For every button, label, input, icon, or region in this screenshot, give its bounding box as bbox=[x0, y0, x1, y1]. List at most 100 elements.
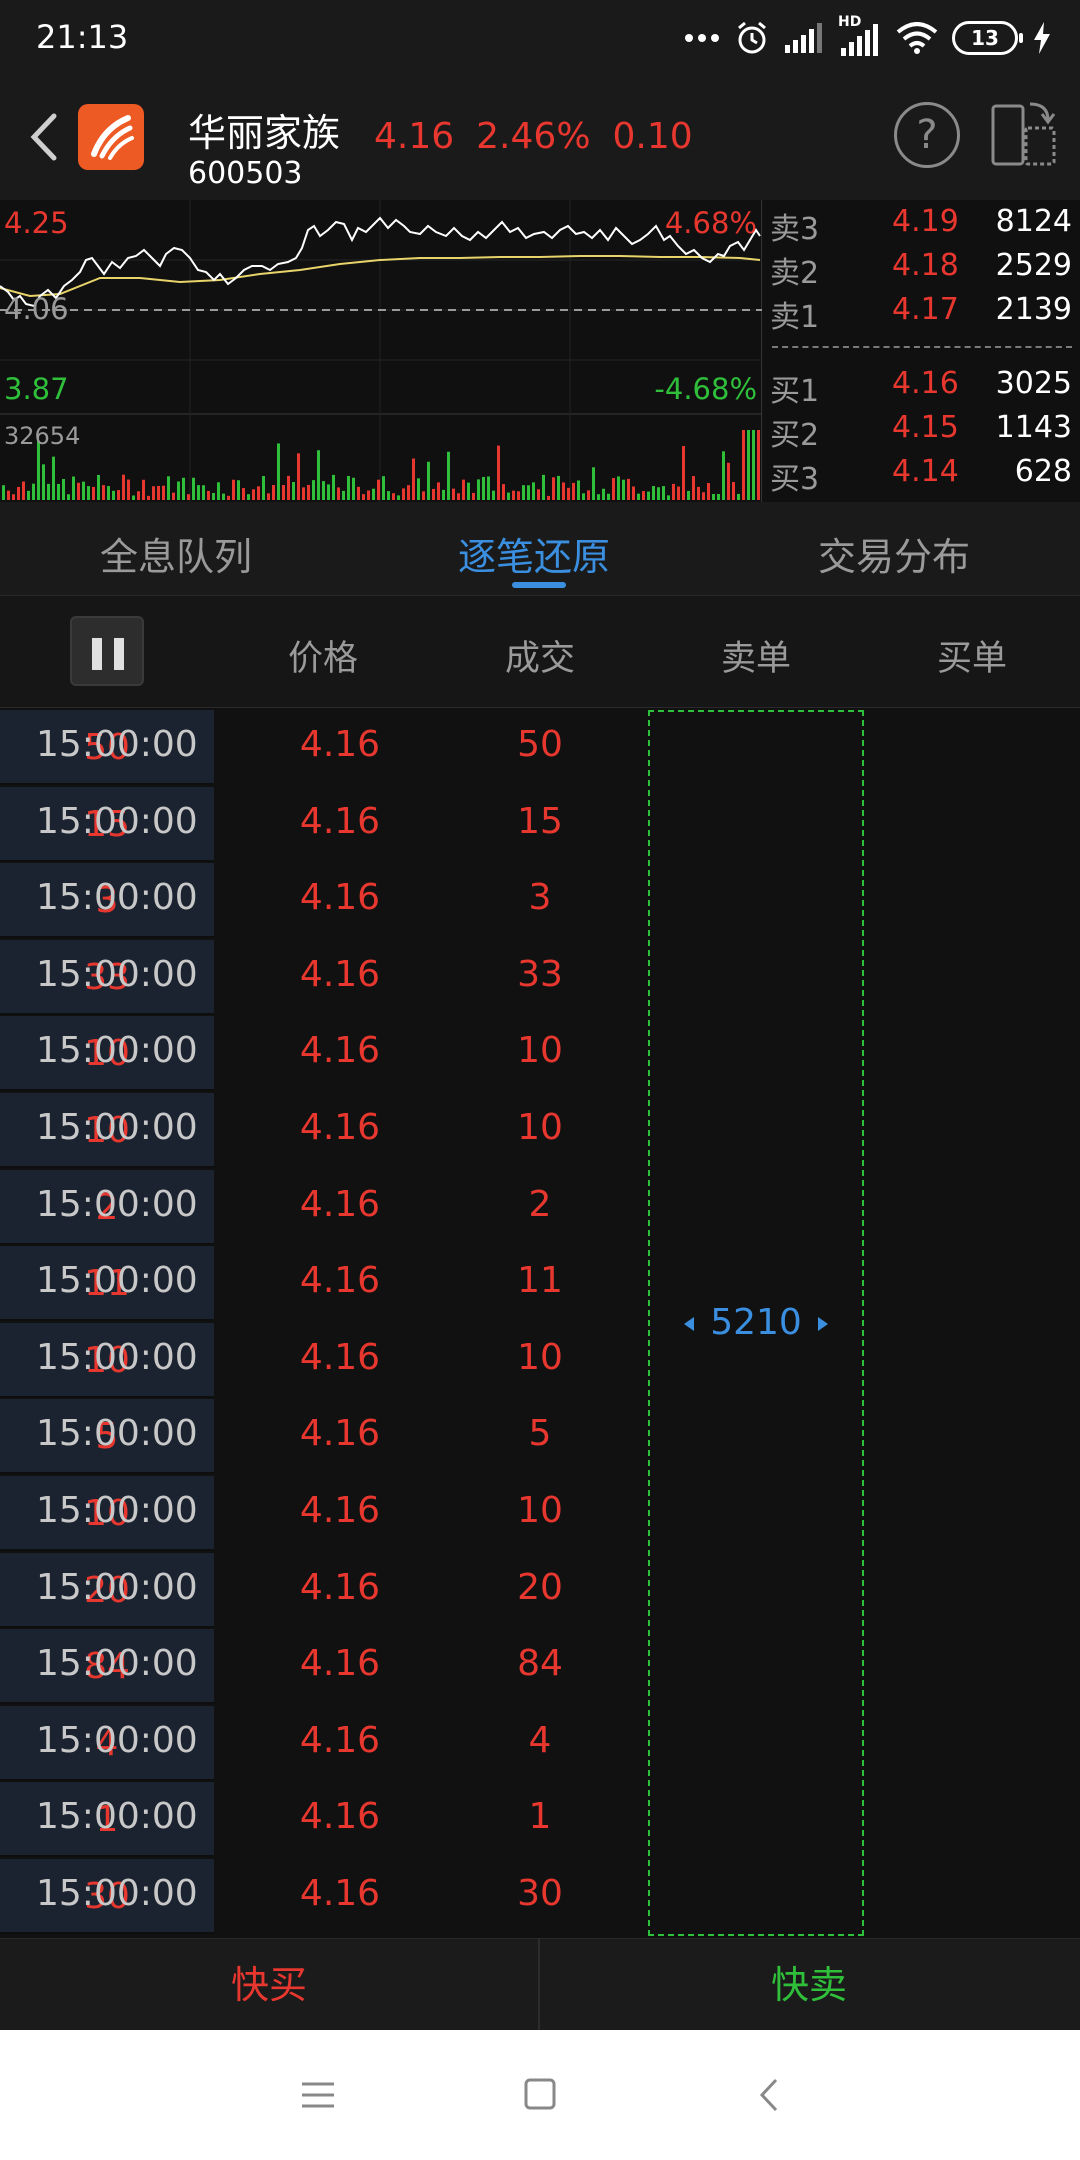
volume-bar bbox=[477, 479, 480, 500]
help-icon: ? bbox=[916, 112, 938, 158]
ask-row: 卖3 4.19 8124 bbox=[764, 204, 1080, 247]
volume-bar bbox=[27, 490, 30, 500]
bid-row: 买1 4.16 3025 bbox=[764, 366, 1080, 409]
volume-bar bbox=[747, 430, 750, 500]
volume-bar bbox=[372, 488, 375, 500]
ask-price: 4.18 bbox=[892, 248, 959, 283]
volume-bar bbox=[287, 475, 290, 500]
volume-bar bbox=[167, 476, 170, 500]
volume-bar bbox=[142, 479, 145, 500]
prev-arrow-icon[interactable] bbox=[684, 1317, 695, 1331]
hd-signal-icon: HD bbox=[838, 14, 882, 56]
tab-full-queue[interactable]: 全息队列 bbox=[100, 526, 252, 581]
stock-header: 华丽家族 600503 4.16 2.46% 0.10 ? bbox=[0, 78, 1080, 200]
sell-order-value: 5210 bbox=[650, 1302, 862, 1343]
status-time: 21:13 bbox=[36, 18, 129, 56]
tick-volume: 15 bbox=[517, 800, 563, 842]
landscape-switch-icon[interactable] bbox=[990, 100, 1058, 170]
volume-bar bbox=[242, 488, 245, 500]
tick-table[interactable]: 15:00:00 4.16 50 50 15:00:00 4.16 15 15 15:00:00… bbox=[0, 710, 1080, 1936]
volume-bar bbox=[262, 476, 265, 500]
menu-icon[interactable] bbox=[288, 2070, 348, 2120]
volume-bar bbox=[452, 488, 455, 500]
battery-icon: 13 bbox=[952, 21, 1023, 55]
ask-volume: 8124 bbox=[995, 204, 1072, 239]
volume-bar bbox=[582, 493, 585, 500]
tick-price: 4.16 bbox=[299, 1107, 381, 1148]
volume-bar bbox=[507, 492, 510, 500]
volume-bar bbox=[617, 476, 620, 500]
tick-volume: 10 bbox=[517, 1490, 563, 1531]
volume-bar bbox=[352, 477, 355, 500]
tick-price: 4.16 bbox=[299, 1336, 381, 1378]
sell-order-box[interactable]: 5210 bbox=[648, 710, 864, 1936]
volume-bar bbox=[202, 485, 205, 500]
volume-bar bbox=[542, 474, 545, 500]
tab-trade-distribution[interactable]: 交易分布 bbox=[818, 526, 970, 581]
volume-bar bbox=[62, 478, 65, 500]
volume-bar bbox=[227, 495, 230, 500]
volume-bar bbox=[97, 474, 100, 500]
tick-volume: 1 bbox=[528, 1796, 552, 1838]
home-icon[interactable] bbox=[510, 2070, 570, 2120]
tick-price: 4.16 bbox=[299, 1566, 381, 1608]
volume-bar bbox=[697, 486, 700, 500]
battery-level: 13 bbox=[971, 26, 999, 50]
tick-row: 15:00:00 4.16 20 20 bbox=[0, 1552, 1080, 1630]
tick-volume: 4 bbox=[528, 1719, 552, 1761]
ask-volume: 2139 bbox=[995, 292, 1072, 327]
next-arrow-icon[interactable] bbox=[817, 1317, 828, 1331]
tab-tick-restore[interactable]: 逐笔还原 bbox=[458, 526, 610, 581]
tick-row: 15:00:00 4.16 2 2 bbox=[0, 1169, 1080, 1247]
volume-bar bbox=[667, 495, 670, 500]
tick-row: 15:00:00 4.16 3 3 bbox=[0, 863, 1080, 940]
volume-bar bbox=[607, 493, 610, 500]
volume-bar bbox=[567, 487, 570, 500]
sell-order-number: 5210 bbox=[710, 1302, 802, 1343]
tick-price: 4.16 bbox=[299, 1413, 381, 1455]
tick-volume: 50 bbox=[517, 724, 563, 765]
tick-price: 4.16 bbox=[299, 800, 381, 842]
volume-bar bbox=[467, 482, 470, 500]
status-bar: 21:13 HD 13 bbox=[0, 0, 1080, 78]
chart-base-price: 4.06 bbox=[4, 292, 69, 326]
bid-price: 4.16 bbox=[892, 366, 959, 401]
chart-low-price: 3.87 bbox=[4, 372, 69, 406]
volume-bar bbox=[597, 494, 600, 500]
tick-price: 4.16 bbox=[299, 1260, 381, 1302]
tick-time: 15:00:00 bbox=[36, 1336, 198, 1378]
volume-bar bbox=[102, 485, 105, 500]
tick-row: 15:00:00 4.16 10 10 bbox=[0, 1093, 1080, 1170]
help-button[interactable]: ? bbox=[894, 102, 960, 168]
volume-bar bbox=[497, 445, 500, 500]
volume-bar bbox=[547, 495, 550, 500]
back-nav-icon[interactable] bbox=[738, 2070, 798, 2120]
system-nav-bar bbox=[0, 2030, 1080, 2160]
intraday-chart[interactable]: 4.25 4.68% 4.06 3.87 -4.68% 32654 bbox=[0, 200, 762, 502]
bid-volume: 3025 bbox=[995, 366, 1072, 401]
volume-bar bbox=[187, 494, 190, 500]
volume-bar bbox=[612, 478, 615, 500]
volume-bar bbox=[657, 487, 660, 500]
signal-icon bbox=[785, 23, 822, 53]
tick-price: 4.16 bbox=[299, 877, 381, 919]
volume-bar bbox=[702, 492, 705, 500]
volume-bar bbox=[722, 451, 725, 500]
quick-buy-button[interactable]: 快买 bbox=[0, 1939, 538, 2031]
pause-button[interactable] bbox=[70, 616, 144, 686]
volume-bar bbox=[557, 475, 560, 500]
volume-bar bbox=[397, 495, 400, 500]
volume-bar bbox=[517, 491, 520, 500]
volume-bar bbox=[22, 481, 25, 500]
bid-price: 4.15 bbox=[892, 410, 959, 445]
back-icon[interactable] bbox=[20, 102, 64, 172]
stock-name: 华丽家族 bbox=[188, 111, 341, 155]
col-buy-order: 买单 bbox=[936, 639, 1007, 679]
col-volume: 成交 bbox=[504, 639, 575, 679]
tick-row: 15:00:00 4.16 1 1 bbox=[0, 1782, 1080, 1859]
quick-sell-button[interactable]: 快卖 bbox=[540, 1939, 1078, 2031]
chart-high-price: 4.25 bbox=[4, 206, 69, 240]
tick-time: 15:00:00 bbox=[36, 1719, 198, 1761]
tick-row: 15:00:00 4.16 10 10 bbox=[0, 1476, 1080, 1553]
tick-volume: 5 bbox=[528, 1413, 552, 1455]
